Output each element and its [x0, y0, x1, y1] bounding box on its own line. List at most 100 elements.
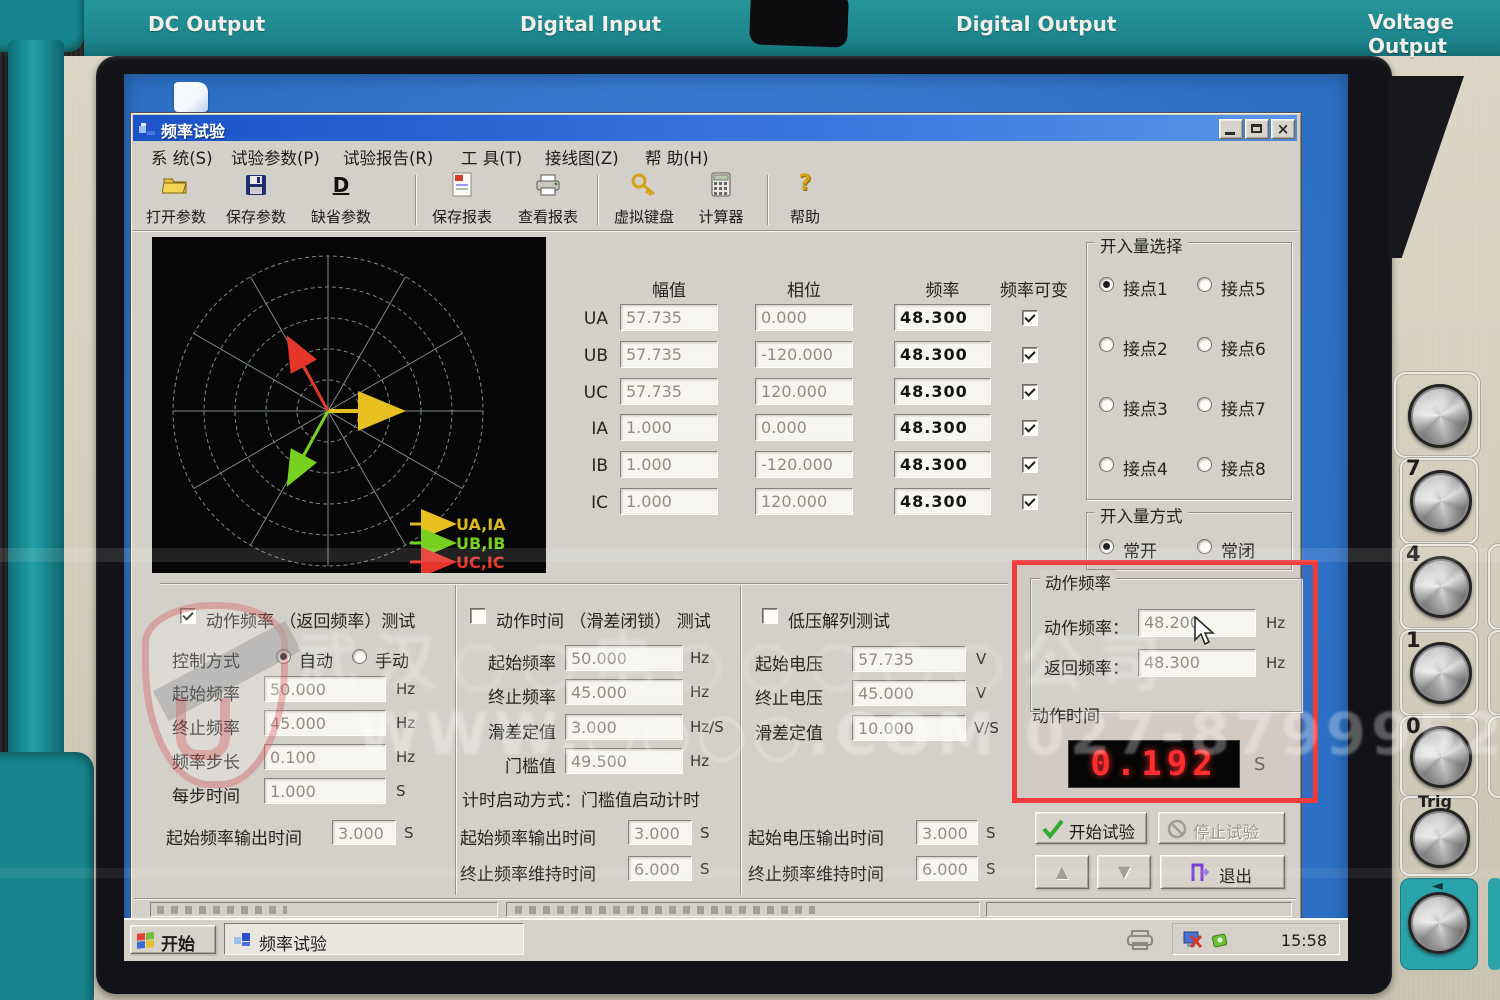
key-knob-trig[interactable]	[1410, 808, 1470, 868]
at-end-freq-field[interactable]: 45.000	[565, 679, 683, 705]
ua-freq-variable-checkbox[interactable]	[1022, 310, 1038, 326]
contact-8-radio[interactable]	[1197, 457, 1212, 472]
at-output-time-field[interactable]: 3.000	[628, 820, 692, 845]
lv-output-time-field[interactable]: 3.000	[916, 820, 978, 845]
ua-frequency-field[interactable]: 48.300	[894, 304, 991, 331]
ic-freq-variable-checkbox[interactable]	[1022, 494, 1038, 510]
contact-7-radio[interactable]	[1197, 397, 1212, 412]
toolbar-calculator[interactable]: 计算器	[689, 171, 753, 229]
row-label-ub: UB	[583, 346, 608, 366]
uc-phase-field[interactable]: 120.000	[755, 378, 853, 405]
menu-test-report[interactable]: 试验报告(R)	[343, 145, 433, 169]
ub-freq-variable-checkbox[interactable]	[1022, 347, 1038, 363]
desktop-icon[interactable]	[170, 80, 214, 114]
toolbar-open-params[interactable]: 打开参数	[138, 171, 214, 229]
toolbar-save-report[interactable]: 保存报表	[423, 171, 501, 229]
start-freq-output-time-field[interactable]: 3.000	[332, 820, 396, 845]
window-titlebar[interactable]: 频率试验 ×	[133, 115, 1297, 141]
ua-amplitude-field[interactable]: 57.735	[620, 304, 718, 331]
at-start-freq-field[interactable]: 50.000	[565, 645, 683, 671]
scroll-down-button[interactable]: ▼	[1097, 855, 1151, 889]
ic-frequency-field[interactable]: 48.300	[894, 488, 991, 515]
freq-step-field[interactable]: 0.100	[264, 744, 386, 770]
key-knob-7[interactable]	[1410, 470, 1472, 532]
lv-start-voltage-field[interactable]: 57.735	[852, 646, 966, 672]
normally-open-radio[interactable]	[1099, 539, 1114, 554]
taskbar-clock[interactable]: 15:58	[1281, 931, 1327, 950]
key-knob-4[interactable]	[1410, 556, 1472, 618]
ib-freq-variable-checkbox[interactable]	[1022, 457, 1038, 473]
lv-output-time-label: 起始电压输出时间	[748, 829, 884, 849]
close-button[interactable]: ×	[1271, 119, 1295, 139]
ia-freq-variable-checkbox[interactable]	[1022, 420, 1038, 436]
tray-green-icon[interactable]	[1211, 931, 1229, 949]
lv-hold-time-field[interactable]: 6.000	[916, 856, 978, 881]
ia-phase-field[interactable]: 0.000	[755, 414, 853, 441]
toolbar-view-report[interactable]: 查看报表	[507, 171, 589, 229]
key-knob-arrow[interactable]	[1408, 892, 1470, 954]
ic-amplitude-field[interactable]: 1.000	[620, 488, 718, 515]
toolbar-separator-3	[767, 175, 769, 225]
ub-frequency-field[interactable]: 48.300	[894, 341, 991, 368]
manual-radio[interactable]	[352, 649, 367, 664]
menu-help[interactable]: 帮 助(H)	[645, 145, 709, 169]
lv-slip-setting-field[interactable]: 10.000	[852, 715, 966, 741]
lv-start-voltage-label: 起始电压	[755, 655, 823, 675]
start-test-button[interactable]: 开始试验	[1035, 812, 1147, 844]
knob-blank[interactable]	[1408, 384, 1472, 448]
taskbar-app-button[interactable]: 频率试验	[224, 923, 524, 955]
end-freq-field[interactable]: 45.000	[264, 710, 386, 736]
stop-test-button[interactable]: 停止试验	[1158, 812, 1285, 844]
ic-phase-field[interactable]: 120.000	[755, 488, 853, 515]
menu-test-params[interactable]: 试验参数(P)	[231, 145, 320, 169]
maximize-button[interactable]	[1245, 119, 1269, 139]
threshold-field[interactable]: 49.500	[565, 748, 683, 774]
key-knob-0[interactable]	[1410, 726, 1472, 788]
low-voltage-test-checkbox[interactable]	[762, 608, 778, 624]
menu-tools[interactable]: 工 具(T)	[461, 145, 522, 169]
ib-phase-field[interactable]: -120.000	[755, 451, 853, 478]
uc-freq-variable-checkbox[interactable]	[1022, 384, 1038, 400]
exit-button[interactable]: 退出	[1160, 855, 1285, 889]
toolbar-default-params[interactable]: D 缺省参数	[302, 171, 380, 229]
menu-wiring-diagram[interactable]: 接线图(Z)	[545, 145, 619, 169]
ub-amplitude-field[interactable]: 57.735	[620, 341, 718, 368]
contact-4-radio[interactable]	[1099, 457, 1114, 472]
uc-amplitude-field[interactable]: 57.735	[620, 378, 718, 405]
step-time-field[interactable]: 1.000	[264, 778, 386, 804]
taskbar-printer-icon[interactable]	[1126, 929, 1156, 951]
uc-frequency-field[interactable]: 48.300	[894, 378, 991, 405]
action-freq-value-unit: Hz	[1266, 614, 1286, 632]
start-button[interactable]: 开始	[130, 925, 216, 955]
ib-amplitude-field[interactable]: 1.000	[620, 451, 718, 478]
start-freq-field[interactable]: 50.000	[264, 676, 386, 702]
scroll-up-button[interactable]: ▲	[1035, 855, 1089, 889]
auto-radio[interactable]	[276, 649, 291, 664]
normally-closed-radio[interactable]	[1197, 539, 1212, 554]
action-time-test-checkbox[interactable]	[470, 608, 486, 624]
toolbar-help[interactable]: ? 帮助	[779, 171, 831, 229]
toolbar-save-params[interactable]: 保存参数	[218, 171, 294, 229]
key-box-fragment-3	[1488, 716, 1500, 798]
return-freq-value-field[interactable]: 48.300	[1138, 649, 1256, 677]
action-freq-test-checkbox[interactable]	[180, 608, 196, 624]
ua-phase-field[interactable]: 0.000	[755, 304, 853, 331]
contact-3-radio[interactable]	[1099, 397, 1114, 412]
ia-frequency-field[interactable]: 48.300	[894, 414, 991, 441]
stop-icon	[1167, 819, 1187, 839]
contact-1-radio[interactable]	[1099, 277, 1114, 292]
slip-setting-field[interactable]: 3.000	[565, 714, 683, 740]
key-knob-1[interactable]	[1410, 642, 1472, 704]
ia-amplitude-field[interactable]: 1.000	[620, 414, 718, 441]
at-hold-time-field[interactable]: 6.000	[628, 856, 692, 881]
menu-system[interactable]: 系 统(S)	[151, 145, 213, 169]
ib-frequency-field[interactable]: 48.300	[894, 451, 991, 478]
lv-end-voltage-field[interactable]: 45.000	[852, 680, 966, 706]
minimize-button[interactable]	[1219, 119, 1243, 139]
tray-display-icon[interactable]	[1183, 931, 1203, 949]
contact-6-radio[interactable]	[1197, 337, 1212, 352]
contact-2-radio[interactable]	[1099, 337, 1114, 352]
ub-phase-field[interactable]: -120.000	[755, 341, 853, 368]
contact-5-radio[interactable]	[1197, 277, 1212, 292]
toolbar-virtual-keyboard[interactable]: 虚拟键盘	[605, 171, 683, 229]
